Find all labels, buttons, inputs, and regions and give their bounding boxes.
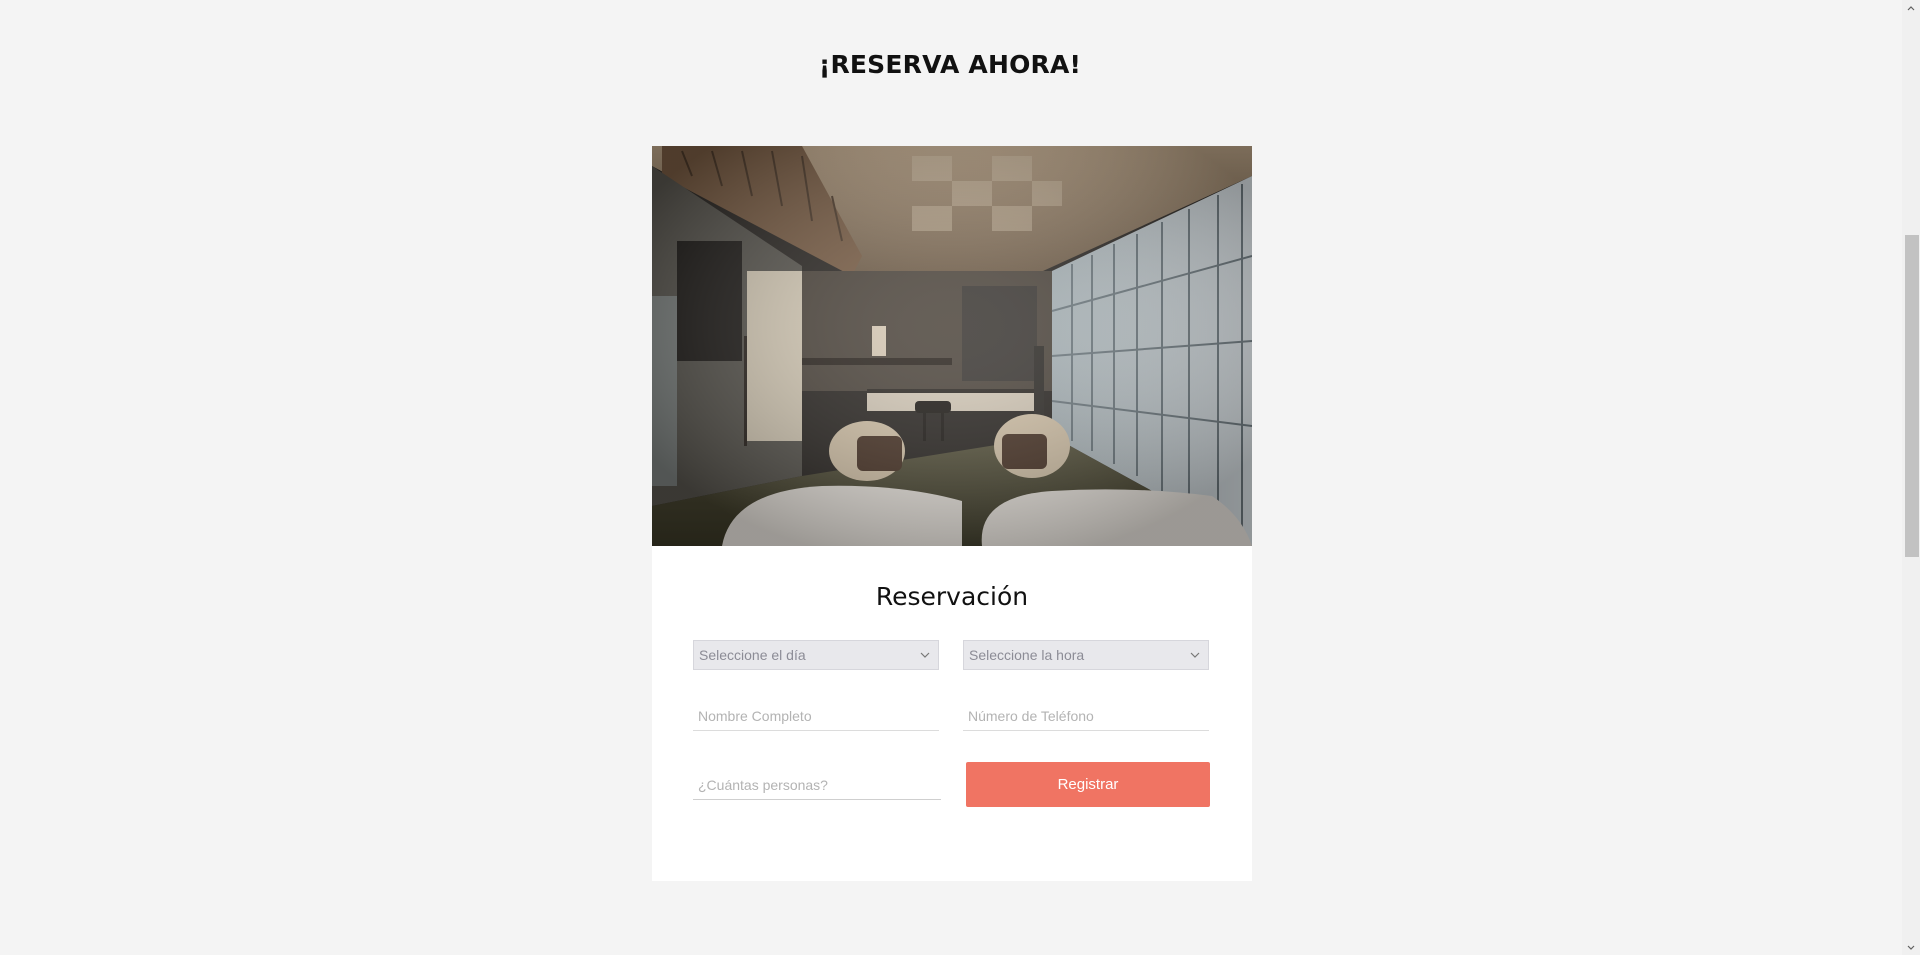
chevron-down-icon	[916, 652, 934, 658]
page-heading: ¡RESERVA AHORA!	[818, 50, 1082, 79]
full-name-input[interactable]	[693, 701, 939, 730]
hour-select-label: Seleccione la hora	[969, 647, 1085, 663]
phone-input[interactable]	[963, 701, 1209, 730]
form-title: Reservación	[875, 582, 1029, 611]
page: ¡RESERVA AHORA! Reservación Seleccione e…	[0, 0, 1920, 955]
people-field-wrapper	[693, 770, 941, 800]
day-select[interactable]: Seleccione el día	[693, 640, 939, 670]
phone-field-wrapper	[963, 701, 1209, 731]
scrollbar-thumb[interactable]	[1905, 235, 1919, 557]
scroll-up-arrow-icon[interactable]	[1902, 0, 1920, 16]
vertical-scrollbar[interactable]	[1902, 0, 1920, 955]
people-count-input[interactable]	[693, 770, 941, 799]
scroll-down-arrow-icon[interactable]	[1902, 939, 1920, 955]
reservation-card: Reservación Seleccione el día Seleccione…	[652, 146, 1252, 881]
day-select-label: Seleccione el día	[699, 647, 806, 663]
register-button[interactable]: Registrar	[966, 762, 1210, 807]
chevron-down-icon	[1186, 652, 1204, 658]
room-photo	[652, 146, 1252, 546]
hour-select[interactable]: Seleccione la hora	[963, 640, 1209, 670]
full-name-field-wrapper	[693, 701, 939, 731]
